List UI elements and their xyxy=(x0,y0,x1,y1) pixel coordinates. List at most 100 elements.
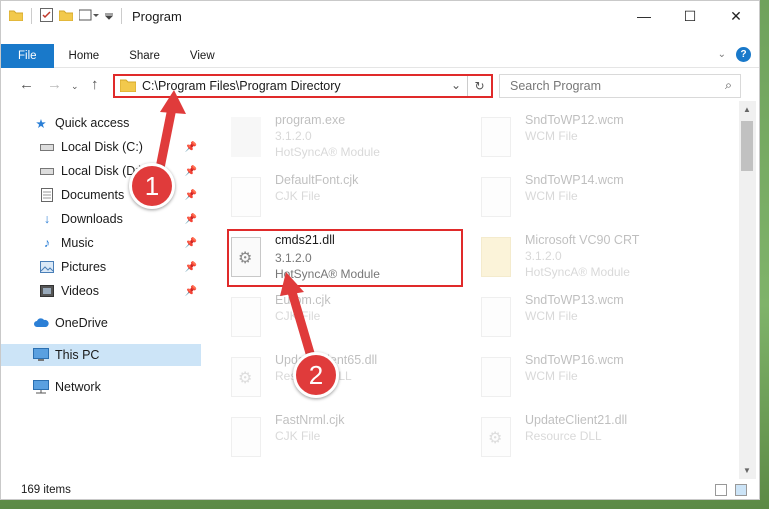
sidebar-item-this-pc[interactable]: This PC xyxy=(1,344,201,366)
sidebar-item-onedrive[interactable]: OneDrive xyxy=(1,312,201,334)
sidebar-item-label: Downloads xyxy=(61,212,123,226)
drive-icon xyxy=(39,163,55,179)
recent-dropdown-icon[interactable]: ⌄ xyxy=(71,81,79,92)
divider xyxy=(31,8,32,24)
sidebar-item-label: Local Disk (C:) xyxy=(61,140,143,154)
vertical-scrollbar[interactable]: ▲ ▼ xyxy=(739,101,756,479)
file-type: WCM File xyxy=(525,309,578,323)
file-list: program.exe 3.1.2.0 HotSyncA® Module Def… xyxy=(203,101,739,479)
title-bar: Program — ☐ ✕ xyxy=(1,1,759,31)
navigation-bar: ← → ⌄ ↑ C:\Program Files\Program Directo… xyxy=(1,71,759,101)
file-item[interactable]: SndToWP14.wcm WCM File xyxy=(453,171,693,231)
back-arrow-icon[interactable]: ← xyxy=(19,76,34,93)
step-2-badge: 2 xyxy=(293,352,339,398)
file-name: SndToWP16.wcm xyxy=(525,353,624,367)
file-item[interactable]: Microsoft VC90 CRT 3.1.2.0 HotSyncA® Mod… xyxy=(453,231,693,291)
file-item[interactable]: SndToWP13.wcm WCM File xyxy=(453,291,693,351)
sidebar-item-label: Music xyxy=(61,236,94,250)
forward-arrow-icon[interactable]: → xyxy=(47,76,62,93)
computer-icon xyxy=(33,347,49,363)
file-item[interactable]: FastNrml.cjk CJK File xyxy=(203,411,443,471)
sidebar-item-label: Pictures xyxy=(61,260,107,274)
folder-icon xyxy=(119,78,137,95)
file-name: SndToWP13.wcm xyxy=(525,293,624,307)
file-item[interactable]: DefaultFont.cjk CJK File xyxy=(203,171,443,231)
scrollbar-thumb[interactable] xyxy=(741,121,753,171)
sidebar-item-pictures[interactable]: Pictures 📌 xyxy=(1,256,201,278)
cloud-icon xyxy=(33,315,49,331)
close-button[interactable]: ✕ xyxy=(713,1,759,31)
ribbon-controls: ⌄ ? xyxy=(718,47,751,62)
help-icon[interactable]: ? xyxy=(736,47,751,62)
sidebar-item-local-disk-c[interactable]: Local Disk (C:) 📌 xyxy=(1,136,201,158)
address-bar[interactable]: C:\Program Files\Program Directory ⌄ ↻ xyxy=(113,74,493,98)
tab-home[interactable]: Home xyxy=(54,44,115,68)
search-input[interactable]: Search Program ⌕ xyxy=(499,74,741,98)
sidebar-item-quick-access[interactable]: ★ Quick access xyxy=(1,112,201,134)
pin-icon[interactable]: 📌 xyxy=(185,214,197,225)
pin-icon[interactable]: 📌 xyxy=(185,262,197,273)
address-path[interactable]: C:\Program Files\Program Directory xyxy=(142,79,341,93)
new-folder-icon[interactable] xyxy=(58,9,74,24)
exe-file-icon xyxy=(231,117,261,157)
sidebar-item-downloads[interactable]: ↓ Downloads 📌 xyxy=(1,208,201,230)
maximize-button[interactable]: ☐ xyxy=(667,1,713,31)
scroll-down-icon[interactable]: ▼ xyxy=(743,466,751,475)
file-version: 3.1.2.0 xyxy=(525,249,562,263)
star-icon: ★ xyxy=(35,116,47,131)
file-type: WCM File xyxy=(525,129,578,143)
file-item[interactable]: SndToWP16.wcm WCM File xyxy=(453,351,693,411)
file-type: Resource DLL xyxy=(525,429,602,443)
file-item[interactable]: program.exe 3.1.2.0 HotSyncA® Module xyxy=(203,111,443,171)
file-icon xyxy=(481,357,511,397)
sidebar-item-network[interactable]: Network xyxy=(1,376,201,398)
downloads-icon: ↓ xyxy=(43,212,51,226)
refresh-icon[interactable]: ↻ xyxy=(467,76,491,96)
highlight-box xyxy=(227,229,463,287)
file-item[interactable]: Eurom.cjk CJK File xyxy=(203,291,443,351)
quick-access-toolbar xyxy=(1,7,124,25)
up-arrow-icon[interactable]: ↑ xyxy=(91,76,99,93)
file-name: SndToWP12.wcm xyxy=(525,113,624,127)
tab-view[interactable]: View xyxy=(175,44,230,68)
file-name: program.exe xyxy=(275,113,346,127)
details-view-icon[interactable] xyxy=(715,484,727,496)
customize-icon[interactable] xyxy=(78,9,99,24)
tiles-view-icon[interactable] xyxy=(735,484,747,496)
file-icon xyxy=(231,177,261,217)
scroll-up-icon[interactable]: ▲ xyxy=(743,105,751,114)
file-icon xyxy=(231,297,261,337)
file-icon xyxy=(481,297,511,337)
sidebar-item-label: OneDrive xyxy=(55,316,108,330)
network-icon xyxy=(33,379,49,395)
file-description: HotSyncA® Module xyxy=(525,265,630,279)
status-bar: 169 items xyxy=(1,479,759,501)
tab-file[interactable]: File xyxy=(1,43,54,68)
sidebar-item-videos[interactable]: Videos 📌 xyxy=(1,280,201,302)
pin-icon[interactable]: 📌 xyxy=(185,142,197,153)
file-item[interactable]: UpdateClient21.dll Resource DLL xyxy=(453,411,693,471)
videos-icon xyxy=(39,283,55,299)
expand-ribbon-icon[interactable]: ⌄ xyxy=(718,49,726,60)
file-version: 3.1.2.0 xyxy=(275,129,312,143)
file-item[interactable]: SndToWP12.wcm WCM File xyxy=(453,111,693,171)
music-icon: ♪ xyxy=(43,236,51,250)
divider xyxy=(121,8,122,24)
search-icon[interactable]: ⌕ xyxy=(725,78,732,93)
dropdown-icon[interactable] xyxy=(104,9,114,23)
pin-icon[interactable]: 📌 xyxy=(185,166,197,177)
file-icon xyxy=(481,177,511,217)
folder-icon[interactable] xyxy=(8,9,24,24)
minimize-button[interactable]: — xyxy=(621,1,667,31)
documents-icon xyxy=(39,187,55,203)
folder-icon xyxy=(481,237,511,277)
pin-icon[interactable]: 📌 xyxy=(185,286,197,297)
drive-icon xyxy=(39,139,55,155)
chevron-down-icon[interactable]: ⌄ xyxy=(451,78,461,92)
sidebar-item-music[interactable]: ♪ Music 📌 xyxy=(1,232,201,254)
pin-icon[interactable]: 📌 xyxy=(185,238,197,249)
pin-icon[interactable]: 📌 xyxy=(185,190,197,201)
tab-share[interactable]: Share xyxy=(114,44,175,68)
properties-icon[interactable] xyxy=(40,7,53,25)
file-type: CJK File xyxy=(275,189,321,203)
